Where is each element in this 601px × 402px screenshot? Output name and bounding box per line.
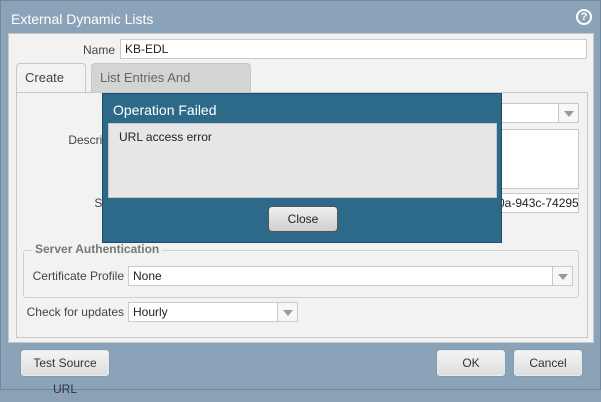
operation-failed-modal: Operation Failed URL access error Close (102, 93, 502, 243)
name-label: Name (82, 43, 115, 57)
description-label: Descrip (68, 133, 109, 147)
name-field[interactable]: KB-EDL (120, 39, 587, 59)
certificate-profile-dropdown[interactable]: None (128, 266, 573, 286)
chevron-down-icon (558, 104, 578, 122)
cancel-button[interactable]: Cancel (513, 349, 583, 377)
modal-message: URL access error (119, 130, 212, 144)
tab-list-entries-exceptions[interactable]: List Entries And Exceptions (91, 63, 251, 113)
chevron-down-icon (277, 303, 297, 321)
certificate-profile-value: None (133, 269, 162, 283)
dialog-title: External Dynamic Lists (11, 11, 154, 27)
tab-create-list[interactable]: Create List (16, 63, 86, 113)
check-for-updates-value: Hourly (133, 305, 168, 319)
source-field[interactable]: 0a-943c-74295b (493, 193, 579, 213)
help-icon[interactable]: ? (576, 9, 592, 25)
external-dynamic-lists-dialog: External Dynamic Lists ? Name KB-EDL Cre… (0, 0, 601, 396)
ok-button[interactable]: OK (436, 349, 506, 377)
check-for-updates-dropdown[interactable]: Hourly (128, 302, 298, 322)
chevron-down-icon (552, 267, 572, 285)
modal-message-area: URL access error (108, 123, 497, 198)
type-dropdown[interactable] (493, 103, 579, 123)
server-authentication-legend: Server Authentication (32, 242, 163, 256)
description-field[interactable] (493, 129, 579, 189)
server-authentication-group: Server Authentication Certificate Profil… (23, 242, 579, 298)
certificate-profile-label: Certificate Profile (32, 269, 124, 283)
modal-title: Operation Failed (113, 102, 217, 118)
close-button[interactable]: Close (268, 206, 338, 232)
check-for-updates-label: Check for updates (26, 305, 124, 319)
test-source-url-button[interactable]: Test Source URL (20, 349, 110, 396)
